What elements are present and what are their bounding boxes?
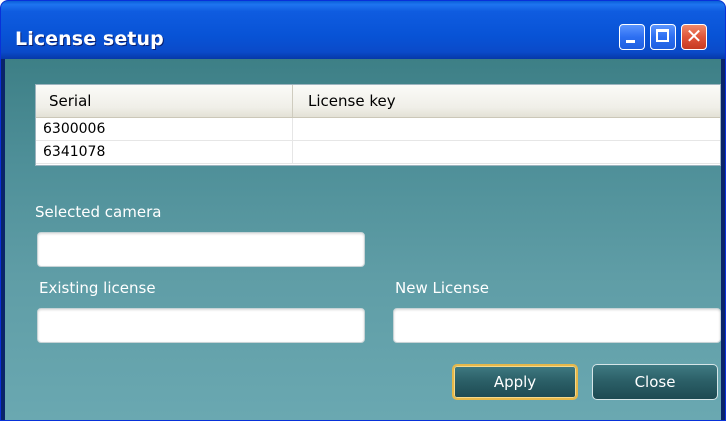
table-header: Serial License key xyxy=(36,85,720,118)
dialog-body: Serial License key 6300006 6341078 Selec… xyxy=(5,59,721,420)
column-header-serial[interactable]: Serial xyxy=(36,85,293,117)
serial-cell[interactable]: 6300006 xyxy=(36,118,293,140)
window-title: License setup xyxy=(15,28,164,50)
minimize-icon xyxy=(626,40,635,43)
apply-button[interactable]: Apply xyxy=(452,364,578,400)
serial-cell[interactable]: 6341078 xyxy=(36,141,293,163)
table-row[interactable]: 6341078 xyxy=(36,141,720,164)
new-license-label: New License xyxy=(395,279,490,297)
close-icon: ✕ xyxy=(685,24,703,48)
license-setup-window: License setup ✕ Serial License key 63000… xyxy=(0,0,726,421)
title-bar[interactable]: License setup ✕ xyxy=(1,1,725,59)
column-header-license-key[interactable]: License key xyxy=(293,85,720,117)
close-button[interactable]: Close xyxy=(592,364,718,400)
minimize-button[interactable] xyxy=(619,24,645,50)
selected-camera-field[interactable] xyxy=(37,232,365,267)
existing-license-label: Existing license xyxy=(39,279,156,297)
table-row[interactable]: 6300006 xyxy=(36,118,720,141)
selected-camera-label: Selected camera xyxy=(35,203,162,221)
maximize-icon xyxy=(656,29,669,42)
existing-license-field[interactable] xyxy=(37,308,365,343)
license-key-cell[interactable] xyxy=(293,141,720,163)
close-window-button[interactable]: ✕ xyxy=(681,24,707,50)
new-license-field[interactable] xyxy=(393,308,721,343)
license-key-cell[interactable] xyxy=(293,118,720,140)
license-table: Serial License key 6300006 6341078 xyxy=(35,84,721,166)
maximize-button[interactable] xyxy=(650,24,676,50)
